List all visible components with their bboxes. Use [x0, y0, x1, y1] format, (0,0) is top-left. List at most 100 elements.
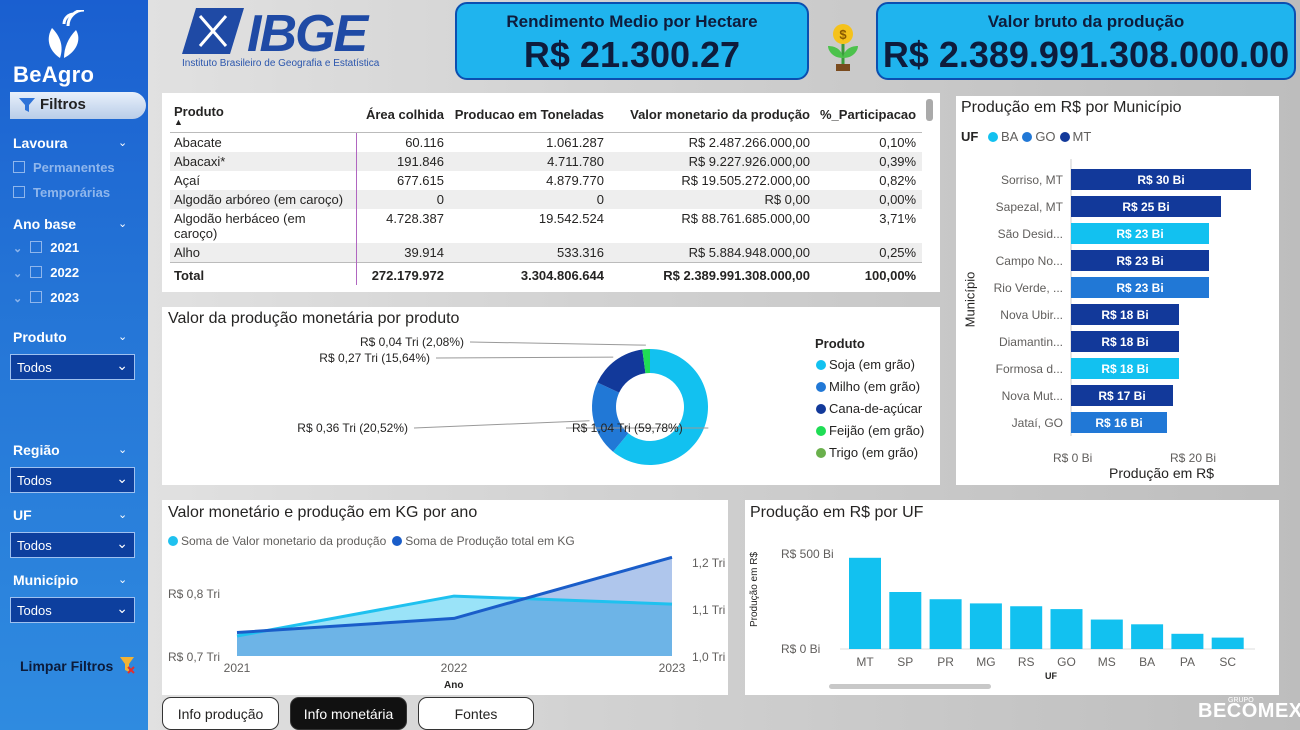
year-label: 2023: [50, 290, 80, 305]
product-table: Produto ▲ Área colhida Producao em Tonela…: [170, 101, 923, 285]
donut-data-label: R$ 0,27 Tri (15,64%): [319, 351, 430, 365]
produto-dropdown[interactable]: Todos ⌄: [10, 354, 135, 380]
cell-producao: 3.304.806.644: [450, 262, 610, 285]
municipio-chevron-icon[interactable]: ⌄: [118, 573, 127, 586]
table-row[interactable]: Algodão arbóreo (em caroço) 0 0 R$ 0,00 0,00…: [170, 190, 923, 209]
table-row[interactable]: Abacate 60.116 1.061.287 R$ 2.487.266.000,0…: [170, 132, 922, 152]
uf-bar[interactable]: [1090, 619, 1123, 649]
lavoura-option-permanentes[interactable]: Permanentes: [13, 160, 115, 175]
uf-dropdown[interactable]: Todos ⌄: [10, 532, 135, 558]
column-header-participacao[interactable]: %_Participacao: [816, 101, 923, 133]
regiao-chevron-icon[interactable]: ⌄: [118, 443, 127, 456]
tab-info-monetaria[interactable]: Info monetária: [290, 697, 407, 730]
cell-produto: Alho: [170, 243, 357, 263]
column-header-produto[interactable]: Produto ▲: [170, 101, 356, 133]
municipio-bar-label: R$ 18 Bi: [1101, 308, 1148, 322]
cell-area: 4.728.387: [386, 211, 444, 226]
chevron-down-icon: ⌄: [116, 470, 128, 486]
legend-label: Soja (em grão): [829, 357, 915, 372]
expand-chevron-icon[interactable]: ⌄: [13, 243, 22, 255]
money-plant-icon: $: [828, 24, 858, 71]
year-option-2023[interactable]: ⌄ 2023: [13, 290, 79, 305]
uf-bar[interactable]: [929, 599, 962, 649]
table-row[interactable]: Alho 39.914 533.316 R$ 5.884.948.000,00 0,25…: [170, 243, 923, 263]
uf-bar-chart[interactable]: MT SP PR MG RS GO MS BA PA SC: [745, 500, 1279, 695]
column-header-area[interactable]: Área colhida: [356, 101, 450, 133]
legend-item[interactable]: Milho (em grão): [816, 379, 924, 394]
legend-item[interactable]: Feijão (em grão): [816, 423, 924, 438]
checkbox[interactable]: [13, 186, 25, 198]
lavoura-option-temporarias[interactable]: Temporárias: [13, 185, 110, 200]
municipio-x-tick: R$ 20 Bi: [1170, 451, 1217, 465]
tab-info-producao[interactable]: Info produção: [162, 697, 279, 730]
cell-area: 191.846: [356, 152, 450, 171]
combo-chart-panel: Valor monetário e produção em KG por ano…: [162, 500, 728, 695]
cell-valor: R$ 2.389.991.308.000,00: [610, 262, 816, 285]
tab-fontes[interactable]: Fontes: [418, 697, 534, 730]
clear-filters-label: Limpar Filtros: [20, 658, 114, 674]
uf-bar[interactable]: [849, 557, 881, 649]
municipio-bar-label: R$ 25 Bi: [1122, 200, 1169, 214]
table-row[interactable]: Abacaxi* 191.846 4.711.780 R$ 9.227.926.000…: [170, 152, 923, 171]
cell-valor: R$ 88.761.685.000,00: [681, 211, 810, 226]
ano-base-chevron-icon[interactable]: ⌄: [118, 217, 127, 230]
clear-filters-button[interactable]: Limpar Filtros: [20, 656, 135, 674]
cell-participacao: 0,25%: [816, 243, 923, 263]
cell-area: 60.116: [405, 135, 444, 150]
checkbox[interactable]: [30, 241, 43, 253]
lavoura-label: Lavoura: [13, 135, 68, 151]
regiao-dropdown[interactable]: Todos ⌄: [10, 467, 135, 493]
cell-participacao: 0,10%: [879, 135, 917, 150]
uf-bar[interactable]: [1131, 624, 1164, 649]
year-option-2022[interactable]: ⌄ 2022: [13, 265, 79, 280]
expand-chevron-icon[interactable]: ⌄: [13, 293, 22, 305]
uf-bar[interactable]: [889, 592, 922, 649]
filters-header-button[interactable]: Filtros: [10, 92, 146, 119]
municipio-bar-label: R$ 23 Bi: [1116, 227, 1163, 241]
checkbox[interactable]: [30, 291, 43, 303]
uf-chevron-icon[interactable]: ⌄: [118, 508, 127, 521]
svg-text:$: $: [839, 27, 847, 42]
table-row[interactable]: Algodão herbáceo (em caroço) 4.728.387 19.…: [170, 209, 922, 243]
cell-produto: Algodão herbáceo (em caroço): [170, 209, 357, 243]
uf-bar[interactable]: [1050, 609, 1083, 649]
ibge-subtitle: Instituto Brasileiro de Geografia e Esta…: [182, 58, 380, 69]
beagro-logo: BeAgro: [8, 8, 128, 87]
municipio-label: Município: [13, 572, 79, 588]
column-header-valor[interactable]: Valor monetario da produção: [610, 101, 816, 133]
brand-logo-text: BeAgro: [13, 62, 95, 87]
checkbox[interactable]: [13, 161, 25, 173]
year-label: 2022: [50, 265, 80, 280]
uf-chart-panel: Produção em R$ por UF Produção em R$ R$ …: [745, 500, 1279, 695]
municipio-dropdown[interactable]: Todos ⌄: [10, 597, 135, 623]
donut-legend-title: Produto: [815, 336, 865, 351]
ibge-wordmark: IBGE: [247, 5, 368, 63]
chevron-down-icon: ⌄: [116, 357, 128, 373]
municipio-bar-label: R$ 17 Bi: [1098, 389, 1145, 403]
uf-bar[interactable]: [1171, 633, 1204, 649]
donut-data-label: R$ 1,04 Tri (59,78%): [572, 421, 683, 435]
legend-item[interactable]: Trigo (em grão): [816, 445, 924, 460]
produto-chevron-icon[interactable]: ⌄: [118, 330, 127, 343]
uf-category-label: RS: [1018, 655, 1035, 669]
filters-label: Filtros: [40, 96, 86, 113]
uf-bar[interactable]: [969, 603, 1002, 649]
legend-item[interactable]: Cana-de-açúcar: [816, 401, 924, 416]
checkbox[interactable]: [30, 266, 43, 278]
lavoura-chevron-icon[interactable]: ⌄: [118, 136, 127, 149]
municipio-bar-label: R$ 30 Bi: [1137, 173, 1184, 187]
uf-horizontal-scrollbar[interactable]: [829, 684, 991, 689]
expand-chevron-icon[interactable]: ⌄: [13, 268, 22, 280]
column-header-producao[interactable]: Producao em Toneladas: [450, 101, 610, 133]
cell-valor: R$ 0,00: [610, 190, 816, 209]
table-scrollbar[interactable]: [926, 99, 933, 121]
year-option-2021[interactable]: ⌄ 2021: [13, 240, 79, 255]
combo-area-chart[interactable]: 2021 2022 2023: [162, 500, 728, 695]
legend-item[interactable]: Soja (em grão): [816, 357, 924, 372]
uf-bar[interactable]: [1010, 606, 1043, 649]
municipio-category-label: Nova Ubir...: [1000, 308, 1063, 322]
uf-bar[interactable]: [1211, 637, 1244, 649]
table-row[interactable]: Açaí 677.615 4.879.770 R$ 19.505.272.000,00…: [170, 171, 922, 190]
municipio-bar-chart[interactable]: R$ 30 Bi Sorriso, MT R$ 25 Bi Sapezal, MT R$…: [956, 96, 1279, 485]
uf-category-label: PA: [1180, 655, 1195, 669]
